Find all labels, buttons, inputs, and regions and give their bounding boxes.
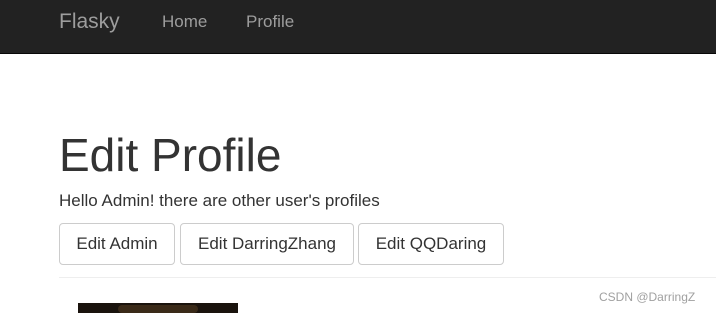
edit-darringzhang-button[interactable]: Edit DarringZhang [180,223,354,265]
divider [59,277,716,278]
page-title: Edit Profile [59,129,282,181]
profile-image-highlight [118,305,198,313]
edit-admin-button[interactable]: Edit Admin [59,223,175,265]
brand-link[interactable]: Flasky [59,10,120,34]
nav-home-link[interactable]: Home [162,12,207,32]
navbar: Flasky Home Profile [0,0,716,54]
edit-qqdaring-button[interactable]: Edit QQDaring [358,223,504,265]
nav-profile-link[interactable]: Profile [246,12,294,32]
greeting-text: Hello Admin! there are other user's prof… [59,191,380,210]
profile-image [78,303,238,313]
watermark: CSDN @DarringZ [599,290,696,304]
